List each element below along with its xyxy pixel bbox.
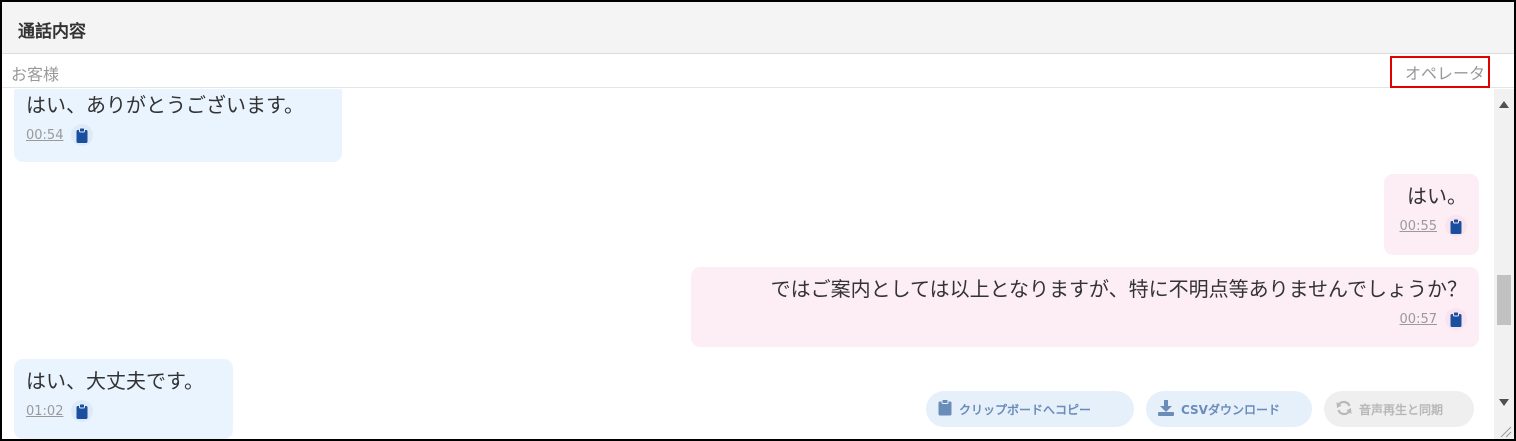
timestamp-link[interactable]: 01:02 bbox=[26, 404, 63, 419]
scroll-down-arrow-icon[interactable] bbox=[1494, 393, 1514, 411]
resize-grip-icon[interactable] bbox=[1498, 423, 1512, 438]
sync-audio-button[interactable]: 音声再生と同期 bbox=[1324, 391, 1474, 427]
scroll-up-arrow-icon[interactable] bbox=[1494, 95, 1514, 113]
message-text: はい、ありがとうございます。 bbox=[26, 93, 304, 117]
clipboard-icon bbox=[938, 399, 952, 419]
action-buttons: クリップボードへコピー CSVダウンロード 音声再生と同期 bbox=[926, 391, 1474, 427]
copy-button-label: クリップボードへコピー bbox=[959, 402, 1092, 417]
vertical-scrollbar[interactable] bbox=[1494, 89, 1514, 439]
timestamp-link[interactable]: 00:54 bbox=[26, 128, 63, 143]
transcript-panel: 通話内容 お客様 オペレータ はい、ありがとうございます。 00:54 はい。 … bbox=[0, 0, 1516, 441]
message-bubble-customer: はい、ありがとうございます。 00:54 bbox=[14, 89, 342, 162]
message-text: ではご案内としては以上となりますが、特に不明点等ありませんでしょうか？ bbox=[770, 277, 1467, 301]
timestamp-link[interactable]: 00:57 bbox=[1400, 312, 1437, 327]
message-meta: 00:55 bbox=[1396, 215, 1467, 237]
message-text: はい。 bbox=[1407, 184, 1467, 208]
csv-button-label: CSVダウンロード bbox=[1181, 402, 1280, 417]
message-meta: 00:57 bbox=[703, 308, 1467, 330]
clipboard-icon[interactable] bbox=[71, 124, 94, 146]
refresh-icon bbox=[1336, 400, 1352, 419]
speaker-labels: お客様 オペレータ bbox=[2, 55, 1514, 88]
speaker-label-operator: オペレータ bbox=[1390, 56, 1490, 88]
clipboard-icon[interactable] bbox=[1445, 215, 1467, 237]
message-bubble-customer: はい、大丈夫です。 01:02 bbox=[14, 359, 233, 439]
clipboard-icon[interactable] bbox=[1445, 308, 1467, 330]
panel-title: 通話内容 bbox=[18, 22, 86, 42]
download-icon bbox=[1158, 399, 1174, 419]
chat-area: はい、ありがとうございます。 00:54 はい。 00:55 ではご案内としては… bbox=[2, 89, 1496, 439]
message-bubble-operator: ではご案内としては以上となりますが、特に不明点等ありませんでしょうか？ 00:5… bbox=[691, 267, 1479, 347]
message-meta: 01:02 bbox=[26, 400, 221, 422]
clipboard-icon[interactable] bbox=[71, 400, 94, 422]
speaker-label-customer: お客様 bbox=[11, 65, 60, 84]
sync-button-label: 音声再生と同期 bbox=[1359, 402, 1444, 417]
csv-download-button[interactable]: CSVダウンロード bbox=[1146, 391, 1312, 427]
message-bubble-operator: はい。 00:55 bbox=[1384, 174, 1479, 255]
copy-to-clipboard-button[interactable]: クリップボードへコピー bbox=[926, 391, 1134, 427]
timestamp-link[interactable]: 00:55 bbox=[1400, 219, 1437, 234]
message-text: はい、大丈夫です。 bbox=[26, 369, 204, 393]
scrollbar-thumb[interactable] bbox=[1497, 275, 1511, 325]
message-meta: 00:54 bbox=[26, 124, 330, 146]
panel-header: 通話内容 bbox=[2, 2, 1514, 54]
